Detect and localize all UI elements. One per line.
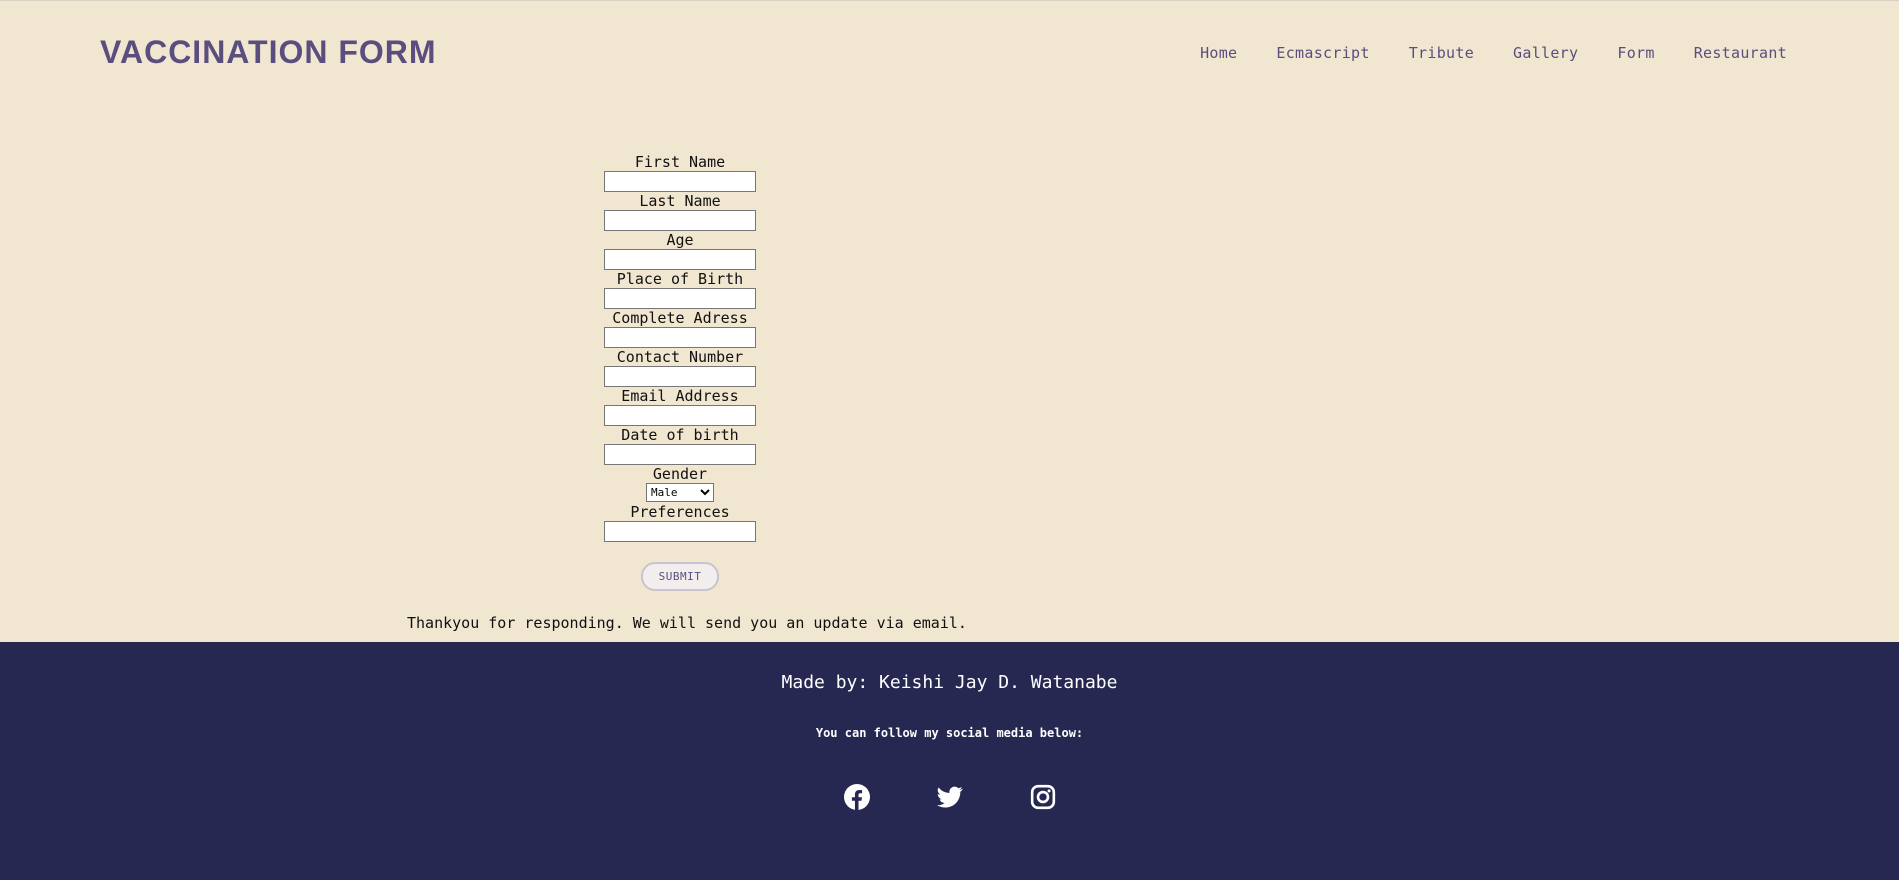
- gender-label: Gender: [652, 465, 708, 483]
- site-title: VACCINATION FORM: [100, 34, 437, 70]
- preferences-input[interactable]: [604, 521, 756, 542]
- age-label: Age: [666, 231, 694, 249]
- nav-gallery[interactable]: Gallery: [1513, 44, 1578, 62]
- place-of-birth-label: Place of Birth: [616, 270, 744, 288]
- nav-form[interactable]: Form: [1617, 44, 1654, 62]
- nav-home[interactable]: Home: [1200, 44, 1237, 62]
- address-label: Complete Adress: [612, 309, 748, 327]
- gender-select[interactable]: Male: [646, 483, 714, 502]
- last-name-label: Last Name: [639, 192, 721, 210]
- facebook-icon[interactable]: [843, 784, 870, 810]
- follow-text: You can follow my social media below:: [815, 726, 1084, 740]
- age-input[interactable]: [604, 249, 756, 270]
- thank-you-message: Thankyou for responding. We will send yo…: [407, 614, 967, 632]
- address-input[interactable]: [604, 327, 756, 348]
- date-of-birth-label: Date of birth: [621, 426, 739, 444]
- contact-number-input[interactable]: [604, 366, 756, 387]
- contact-number-label: Contact Number: [616, 348, 744, 366]
- main-nav: Home Ecmascript Tribute Gallery Form Res…: [1200, 44, 1787, 62]
- vaccination-form: First Name Last Name Age Place of Birth …: [600, 154, 760, 591]
- nav-ecmascript[interactable]: Ecmascript: [1276, 44, 1369, 62]
- place-of-birth-input[interactable]: [604, 288, 756, 309]
- last-name-input[interactable]: [604, 210, 756, 231]
- first-name-input[interactable]: [604, 171, 756, 192]
- preferences-label: Preferences: [630, 503, 730, 521]
- email-label: Email Address: [621, 387, 739, 405]
- site-header: VACCINATION FORM Home Ecmascript Tribute…: [0, 0, 1899, 108]
- twitter-icon[interactable]: [936, 784, 963, 810]
- first-name-label: First Name: [634, 153, 726, 171]
- email-input[interactable]: [604, 405, 756, 426]
- site-footer: Made by: Keishi Jay D. Watanabe You can …: [0, 642, 1899, 880]
- nav-restaurant[interactable]: Restaurant: [1694, 44, 1787, 62]
- date-of-birth-input[interactable]: [604, 444, 756, 465]
- instagram-icon[interactable]: [1030, 784, 1056, 810]
- nav-tribute[interactable]: Tribute: [1409, 44, 1474, 62]
- made-by-text: Made by: Keishi Jay D. Watanabe: [781, 672, 1118, 693]
- social-links: [0, 784, 1899, 810]
- submit-button[interactable]: SUBMIT: [641, 562, 719, 591]
